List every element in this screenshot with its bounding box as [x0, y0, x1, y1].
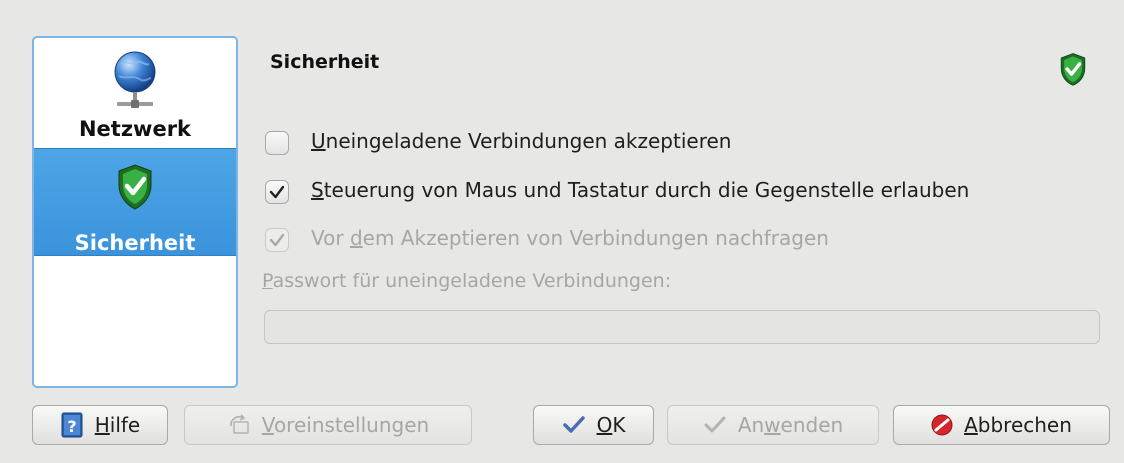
- cancel-icon: [931, 414, 953, 436]
- sidebar-item-label: Sicherheit: [74, 231, 196, 255]
- svg-text:?: ?: [67, 417, 76, 436]
- checkmark-icon: [703, 415, 727, 435]
- help-book-icon: ?: [60, 412, 84, 438]
- shield-check-icon: [115, 163, 155, 215]
- checkmark-icon: [269, 233, 285, 247]
- help-button[interactable]: ? Hilfe: [32, 405, 168, 445]
- allow-remote-control-checkbox[interactable]: [265, 180, 289, 204]
- page-title: Sicherheit: [270, 51, 380, 73]
- cancel-button-label: Abbrechen: [964, 413, 1072, 437]
- sidebar-item-netzwerk[interactable]: Netzwerk: [34, 38, 236, 148]
- accept-uninvited-label: Uneingeladene Verbindungen akzeptieren: [311, 129, 732, 153]
- apply-button[interactable]: Anwenden: [667, 405, 879, 445]
- checkmark-icon: [562, 415, 586, 435]
- help-button-label: Hilfe: [94, 413, 141, 437]
- password-label: Passwort für uneingeladene Verbindungen:: [262, 270, 672, 292]
- accept-uninvited-checkbox[interactable]: [265, 131, 289, 155]
- ok-button[interactable]: OK: [533, 405, 654, 445]
- globe-network-icon: [111, 50, 159, 116]
- sidebar-item-sicherheit[interactable]: Sicherheit: [34, 148, 236, 256]
- allow-remote-control-label: Steuerung von Maus und Tastatur durch di…: [311, 178, 970, 202]
- password-input[interactable]: [264, 310, 1100, 344]
- reset-icon: [227, 414, 251, 436]
- ask-before-accepting-checkbox[interactable]: [265, 228, 289, 252]
- cancel-button[interactable]: Abbrechen: [893, 405, 1110, 445]
- sidebar-item-label: Netzwerk: [78, 117, 192, 141]
- page-list-sidebar: Netzwerk Sicherheit: [32, 36, 238, 388]
- defaults-button[interactable]: Voreinstellungen: [184, 405, 472, 445]
- ask-before-accepting-label: Vor dem Akzeptieren von Verbindungen nac…: [311, 226, 829, 250]
- defaults-button-label: Voreinstellungen: [261, 413, 430, 437]
- ok-button-label: OK: [596, 413, 626, 437]
- checkmark-icon: [269, 185, 285, 199]
- apply-button-label: Anwenden: [737, 413, 844, 437]
- shield-check-icon: [1058, 52, 1088, 90]
